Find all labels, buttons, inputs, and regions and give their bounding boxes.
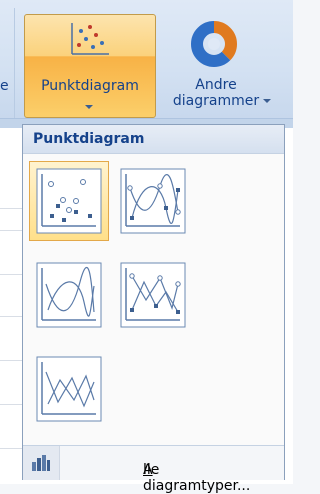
grid-line	[0, 274, 22, 275]
scatter-button-label: Punktdiagram	[41, 78, 139, 94]
scatter-straight-lines-markers-option[interactable]	[113, 255, 193, 335]
scatter-chart-button[interactable]: Punktdiagram	[24, 14, 156, 118]
grid-line	[0, 316, 22, 317]
other-button-label-text: diagrammer	[172, 93, 260, 109]
grid-line	[0, 448, 22, 449]
other-button-label-line1: Andre	[195, 77, 237, 93]
scatter-gallery-dropdown: Punktdiagram A lle diagramtyper...	[22, 124, 285, 494]
scatter-straight-lines-icon	[36, 356, 102, 422]
grid-line	[0, 404, 22, 405]
all-chart-types-menu-item[interactable]: Alle diagramtyper...	[23, 445, 284, 494]
chevron-down-icon	[263, 99, 272, 103]
other-charts-button[interactable]: Andre diagrammer	[166, 14, 278, 116]
scatter-smooth-lines-markers-option[interactable]	[113, 161, 193, 241]
scatter-smooth-lines-icon	[36, 262, 102, 328]
gallery-header: Punktdiagram	[23, 125, 284, 154]
all-chart-types-text: lle diagramtyper...	[143, 462, 251, 494]
scatter-smooth-lines-markers-icon	[120, 168, 186, 234]
grid-line	[0, 360, 22, 361]
other-button-label-line2: diagrammer	[166, 94, 278, 109]
scatter-smooth-lines-option[interactable]	[29, 255, 109, 335]
scatter-markers-only-icon	[36, 168, 102, 234]
gallery-header-label: Punktdiagram	[33, 131, 145, 147]
partial-ribbon-label: e	[0, 78, 9, 94]
grid-line	[0, 230, 22, 231]
grid-line	[0, 208, 22, 209]
ribbon-separator	[14, 8, 15, 118]
chevron-down-icon	[85, 105, 93, 109]
ribbon: e Punktdiagram Andre diagrammer	[0, 0, 293, 129]
bar-chart-icon	[32, 455, 50, 471]
doughnut-chart-icon	[191, 21, 237, 67]
scatter-straight-lines-markers-icon	[120, 262, 186, 328]
scatter-chart-icon	[71, 23, 109, 55]
scatter-markers-only-option[interactable]	[29, 161, 109, 241]
scatter-straight-lines-option[interactable]	[29, 349, 109, 429]
